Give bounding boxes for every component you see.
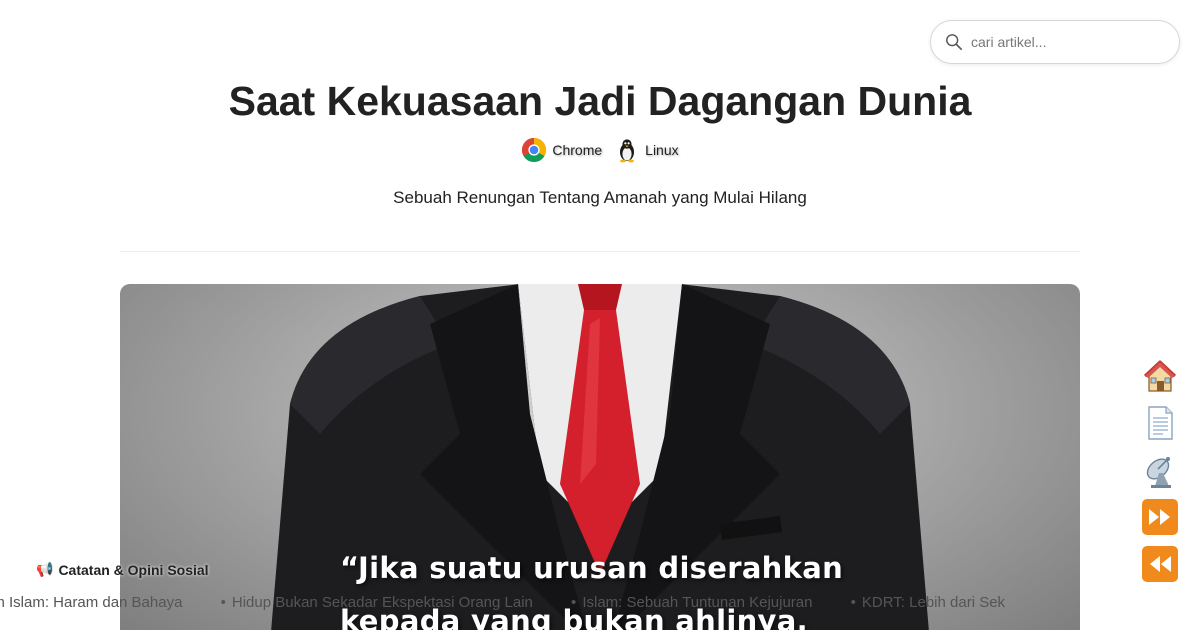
news-ticker: am Islam: Haram dan Bahaya Hidup Bukan S… (0, 594, 1200, 614)
home-icon (1143, 360, 1177, 392)
ticker-label: 📢 Catatan & Opini Sosial (36, 561, 209, 578)
browser-info: Chrome (521, 137, 602, 163)
pages-button[interactable] (1141, 404, 1179, 442)
os-info: Linux (614, 137, 679, 163)
hero-quote-line: “Jika suatu urusan diserahkan (340, 551, 844, 585)
ticker-item[interactable]: am Islam: Haram dan Bahaya (0, 594, 182, 611)
document-icon (1148, 406, 1173, 440)
search-box[interactable] (930, 20, 1180, 64)
ticker-item[interactable]: Islam: Sebuah Tuntunan Kejujuran (571, 594, 812, 611)
feed-button[interactable] (1141, 451, 1179, 489)
header-divider (120, 251, 1080, 252)
page-subtitle: Sebuah Renungan Tentang Amanah yang Mula… (393, 188, 807, 207)
page-title: Saat Kekuasaan Jadi Dagangan Dunia (228, 78, 972, 124)
previous-button[interactable] (1141, 545, 1179, 583)
os-label: Linux (645, 142, 679, 158)
side-nav (1140, 357, 1180, 592)
search-input[interactable] (971, 34, 1161, 50)
ticker-item[interactable]: KDRT: Lebih dari Sek (851, 594, 1005, 611)
megaphone-icon: 📢 (36, 561, 54, 577)
ticker-label-text: Catatan & Opini Sosial (58, 561, 209, 578)
satellite-antenna-icon (1146, 457, 1171, 488)
hero-quote: “Jika suatu urusan diserahkan kepada yan… (340, 542, 843, 630)
hero-image: “Jika suatu urusan diserahkan kepada yan… (120, 284, 1080, 630)
home-button[interactable] (1141, 357, 1179, 395)
ticker-item[interactable]: Hidup Bukan Sekadar Ekspektasi Orang Lai… (221, 594, 533, 611)
search-icon (946, 34, 963, 51)
rewind-icon (1142, 546, 1178, 582)
chrome-icon (522, 138, 547, 163)
linux-tux-icon (620, 139, 635, 163)
browser-label: Chrome (552, 142, 603, 158)
article-meta: Chrome Linux (0, 137, 1200, 163)
fast-forward-icon (1142, 499, 1178, 535)
next-button[interactable] (1141, 498, 1179, 536)
